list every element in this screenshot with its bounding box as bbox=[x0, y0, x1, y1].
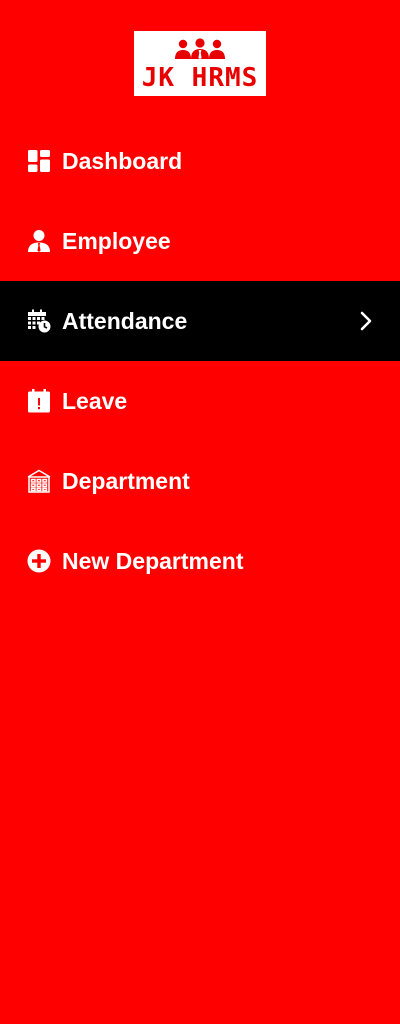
dashboard-icon bbox=[28, 150, 50, 172]
calendar-alert-icon bbox=[28, 389, 50, 413]
people-group-icon bbox=[175, 38, 225, 59]
sidebar-item-label: Department bbox=[62, 468, 190, 494]
sidebar-item-leave[interactable]: Leave bbox=[0, 361, 400, 441]
sidebar-item-label: Attendance bbox=[62, 308, 188, 334]
building-icon bbox=[27, 469, 51, 493]
sidebar: JK HRMS Dashboard Employee Attendance Le… bbox=[0, 0, 400, 1024]
logo-text: JK HRMS bbox=[141, 63, 259, 93]
sidebar-item-dashboard[interactable]: Dashboard bbox=[0, 121, 400, 201]
calendar-clock-icon bbox=[28, 309, 51, 333]
sidebar-item-department[interactable]: Department bbox=[0, 441, 400, 521]
sidebar-item-employee[interactable]: Employee bbox=[0, 201, 400, 281]
sidebar-item-label: Leave bbox=[62, 388, 128, 414]
sidebar-item-attendance[interactable]: Attendance bbox=[0, 281, 400, 361]
plus-circle-icon bbox=[27, 549, 51, 573]
employee-icon bbox=[28, 230, 50, 252]
sidebar-item-new-department[interactable]: New Department bbox=[0, 521, 400, 601]
app-logo[interactable]: JK HRMS bbox=[134, 31, 266, 96]
sidebar-item-label: Dashboard bbox=[62, 148, 183, 174]
sidebar-item-label: New Department bbox=[62, 548, 244, 574]
sidebar-item-label: Employee bbox=[62, 228, 171, 254]
chevron-right-icon bbox=[360, 311, 372, 331]
